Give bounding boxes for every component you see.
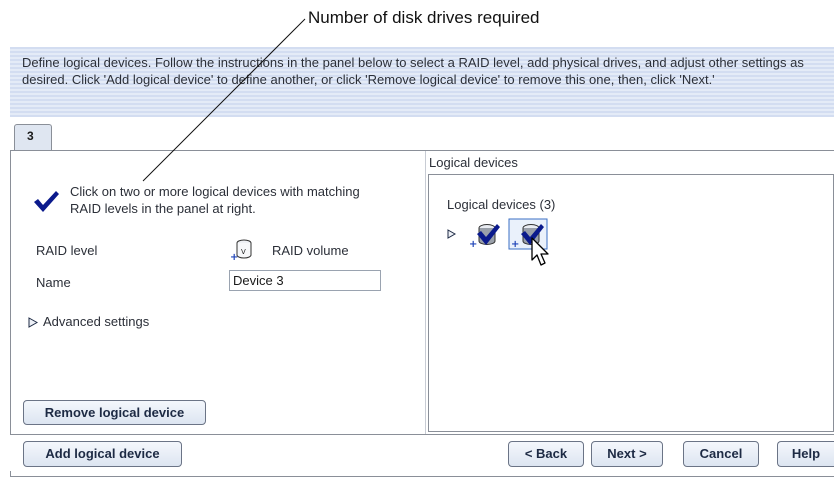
panel-divider [425, 151, 426, 435]
svg-text:V: V [241, 248, 246, 256]
name-label: Name [36, 275, 71, 290]
tab-device-3[interactable]: 3 [14, 124, 52, 150]
instruction-text: Click on two or more logical devices wit… [70, 184, 360, 216]
remove-logical-device-button[interactable]: Remove logical device [23, 400, 206, 425]
logical-devices-panel-title: Logical devices [429, 155, 518, 170]
raid-level-label: RAID level [36, 243, 98, 258]
raid-volume-icon: V + [230, 239, 252, 262]
svg-text:+: + [511, 239, 519, 250]
expand-triangle-icon[interactable] [28, 317, 38, 328]
device-name-input[interactable] [229, 270, 381, 291]
checkmark-icon [34, 191, 59, 212]
cancel-button[interactable]: Cancel [683, 441, 759, 467]
mouse-pointer-icon [531, 237, 549, 266]
tree-expand-icon[interactable] [447, 229, 456, 239]
logical-device-icon[interactable]: + [468, 219, 500, 249]
svg-text:+: + [230, 252, 238, 262]
logical-devices-tree-panel [428, 174, 834, 432]
logical-devices-tree-label: Logical devices (3) [447, 197, 556, 212]
next-button[interactable]: Next > [591, 441, 663, 467]
tab-strip [10, 117, 834, 151]
help-button[interactable]: Help [777, 441, 834, 467]
callout-label: Number of disk drives required [308, 8, 540, 27]
raid-level-value: RAID volume [272, 243, 349, 258]
add-logical-device-button[interactable]: Add logical device [23, 441, 182, 467]
instruction-banner-text: Define logical devices. Follow the instr… [22, 55, 804, 87]
advanced-settings-toggle[interactable]: Advanced settings [43, 314, 149, 329]
svg-text:+: + [469, 239, 477, 249]
back-button[interactable]: < Back [508, 441, 584, 467]
